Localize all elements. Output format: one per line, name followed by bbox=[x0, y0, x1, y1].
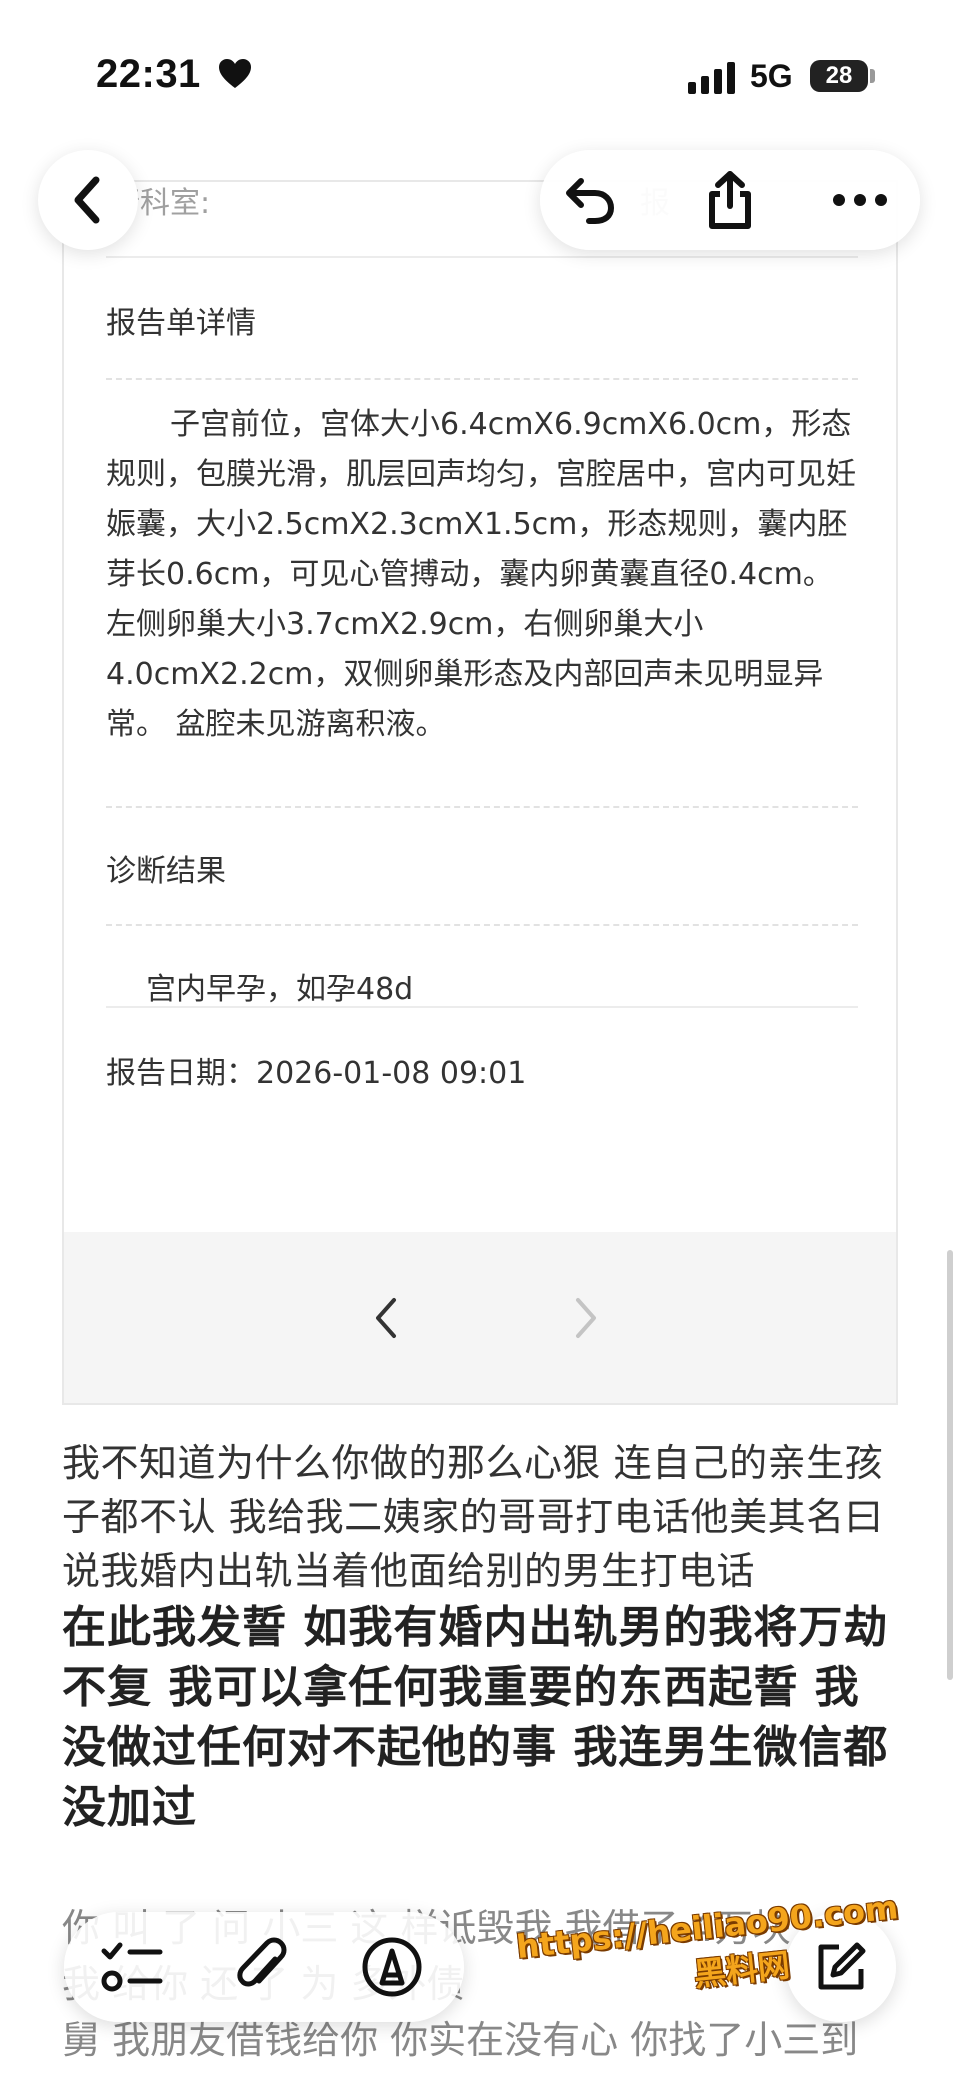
report-details-title: 报告单详情 bbox=[106, 306, 256, 341]
markup-icon bbox=[362, 1937, 422, 1997]
more-icon bbox=[833, 194, 887, 206]
share-button[interactable] bbox=[680, 150, 780, 250]
scrollbar[interactable] bbox=[947, 1250, 953, 1680]
heart-icon bbox=[219, 59, 251, 88]
report-pager bbox=[64, 1232, 896, 1403]
report-date: 报告日期：2026-01-08 09:01 bbox=[106, 1056, 527, 1091]
undo-icon bbox=[566, 178, 615, 224]
back-button[interactable] bbox=[38, 150, 138, 250]
bottom-toolbar bbox=[64, 1912, 464, 2022]
attachment-icon bbox=[237, 1937, 287, 1987]
chevron-right-icon[interactable] bbox=[560, 1288, 610, 1348]
divider bbox=[106, 256, 858, 258]
more-button[interactable] bbox=[810, 150, 910, 250]
checklist-button[interactable] bbox=[92, 1927, 172, 2007]
post-body: 我不知道为什么你做的那么心狠 连自己的亲生孩子都不认 我给我二姨家的哥哥打电话他… bbox=[62, 1436, 902, 1838]
back-icon bbox=[74, 176, 100, 224]
status-bar: 22:31 5G 28 bbox=[0, 0, 960, 150]
diagnosis-text: 宫内早孕，如孕48d bbox=[146, 972, 414, 1007]
divider bbox=[106, 1006, 858, 1008]
battery-indicator: 28 bbox=[810, 60, 868, 92]
status-time: 22:31 bbox=[96, 52, 201, 96]
battery-cap bbox=[870, 69, 875, 83]
report-card: 报告单详情 子宫前位，宫体大小6.4cmX6.9cmX6.0cm，形态规则，包膜… bbox=[62, 180, 898, 1405]
divider bbox=[106, 924, 858, 926]
post-paragraph: 我不知道为什么你做的那么心狠 连自己的亲生孩子都不认 我给我二姨家的哥哥打电话他… bbox=[62, 1441, 884, 1593]
divider bbox=[106, 806, 858, 808]
divider bbox=[106, 378, 858, 380]
signal-icon bbox=[688, 62, 735, 94]
post-paragraph-bold: 在此我发誓 如我有婚内出轨男的我将万劫不复 我可以拿任何我重要的东西起誓 我没做… bbox=[62, 1602, 889, 1833]
header-actions bbox=[540, 150, 920, 250]
diagnosis-title: 诊断结果 bbox=[106, 854, 226, 889]
share-icon bbox=[709, 171, 751, 229]
checklist-icon bbox=[101, 1942, 163, 1992]
chevron-left-icon[interactable] bbox=[362, 1288, 412, 1348]
attachment-button[interactable] bbox=[222, 1927, 302, 2007]
markup-button[interactable] bbox=[352, 1927, 432, 2007]
report-details-body: 子宫前位，宫体大小6.4cmX6.9cmX6.0cm，形态规则，包膜光滑，肌层回… bbox=[106, 407, 856, 742]
undo-button[interactable] bbox=[540, 150, 640, 250]
network-label: 5G bbox=[750, 58, 793, 94]
